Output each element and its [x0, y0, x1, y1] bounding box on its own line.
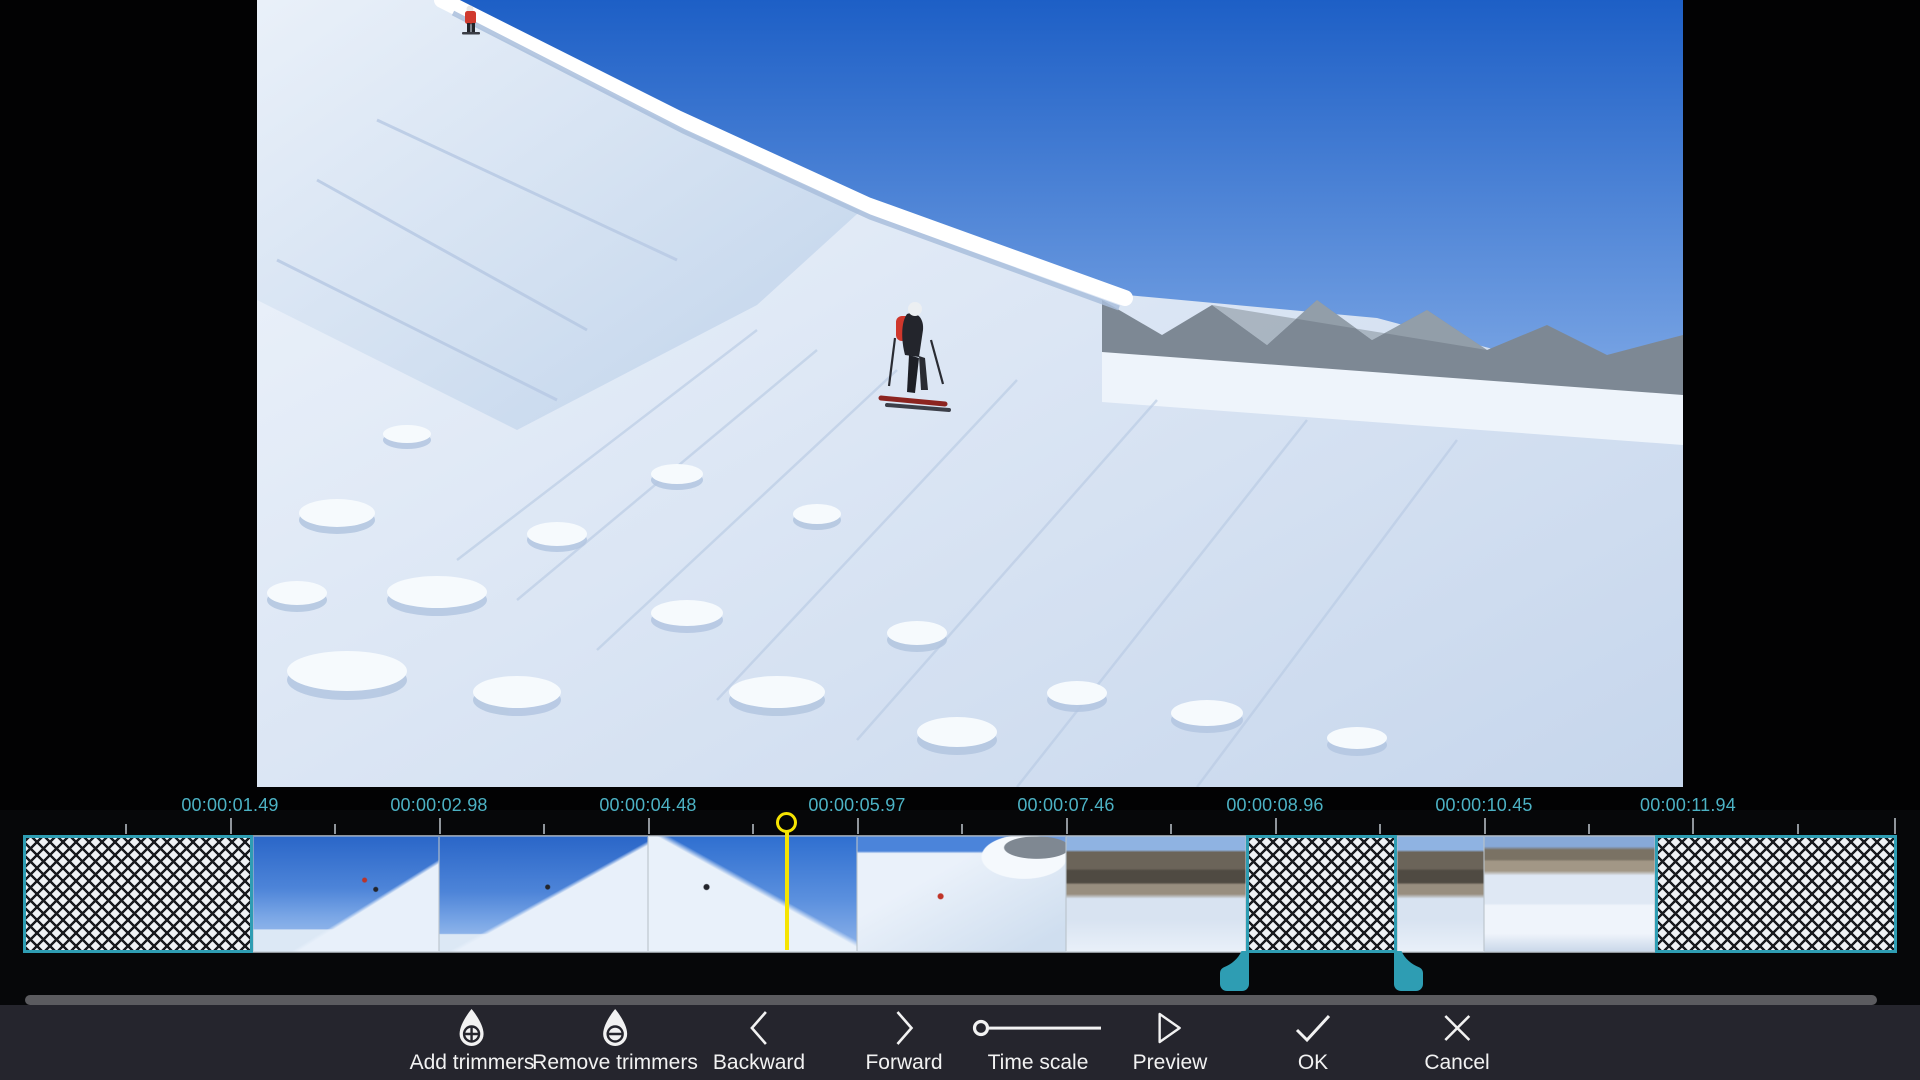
filmstrip-thumbnail[interactable]	[1484, 836, 1655, 952]
forward-button[interactable]: Forward	[865, 1005, 942, 1080]
toolbar-button-label: Cancel	[1424, 1052, 1489, 1073]
playhead[interactable]	[776, 812, 797, 833]
toolbar-button-label: Remove trimmers	[532, 1052, 698, 1073]
filmstrip-thumbnail[interactable]	[1397, 836, 1484, 952]
trimmed-region-middle[interactable]	[1246, 835, 1397, 953]
time-scale-slider-icon	[972, 1017, 1104, 1039]
add-trimmers-icon	[457, 1008, 487, 1048]
video-stage	[0, 0, 1920, 810]
trim-handle-right[interactable]	[1393, 951, 1423, 991]
ok-button[interactable]: OK	[1294, 1005, 1332, 1080]
toolbar-button-label: OK	[1298, 1052, 1328, 1073]
timeline-timestamp: 00:00:01.49	[181, 795, 278, 816]
ruler-tick	[1797, 824, 1799, 834]
timeline-timestamp: 00:00:08.96	[1226, 795, 1323, 816]
ruler-tick	[125, 824, 127, 834]
preview-button[interactable]: Preview	[1133, 1005, 1208, 1080]
filmstrip-thumbnail[interactable]	[439, 836, 648, 952]
timeline-timestamp: 00:00:05.97	[808, 795, 905, 816]
ruler-tick	[648, 818, 650, 834]
timeline-scrollbar[interactable]	[25, 995, 1877, 1005]
toolbar-button-label: Preview	[1133, 1052, 1208, 1073]
ruler-tick	[1275, 818, 1277, 834]
timeline-timestamp: 00:00:10.45	[1435, 795, 1532, 816]
ruler-tick	[752, 824, 754, 834]
ruler-tick	[439, 818, 441, 834]
timeline-timestamp: 00:00:07.46	[1017, 795, 1114, 816]
ruler-tick	[543, 824, 545, 834]
ruler-tick	[334, 824, 336, 834]
toolbar: Add trimmers Remove trimmers Backward Fo…	[0, 1005, 1920, 1080]
play-outline-icon	[1156, 1011, 1184, 1045]
remove-trimmers-button[interactable]: Remove trimmers	[532, 1005, 698, 1080]
backward-button[interactable]: Backward	[713, 1005, 805, 1080]
toolbar-button-label: Add trimmers	[410, 1052, 535, 1073]
trimmed-region-end[interactable]	[1655, 835, 1897, 953]
chevron-right-icon	[892, 1009, 916, 1047]
remove-trimmers-icon	[600, 1008, 630, 1048]
timeline-timestamp: 00:00:11.94	[1640, 795, 1736, 816]
trim-video-screen: 00:00:01.49 00:00:02.98 00:00:04.48 00:0…	[0, 0, 1920, 1080]
filmstrip[interactable]	[23, 835, 1897, 953]
close-icon	[1441, 1012, 1473, 1044]
check-icon	[1294, 1013, 1332, 1043]
ruler-tick	[1379, 824, 1381, 834]
add-trimmers-button[interactable]: Add trimmers	[410, 1005, 535, 1080]
filmstrip-thumbnail[interactable]	[857, 836, 1066, 952]
ruler-tick	[1692, 818, 1694, 834]
chevron-left-icon	[747, 1009, 771, 1047]
trimmed-region-start[interactable]	[23, 835, 253, 953]
playhead-line	[785, 830, 789, 950]
ruler-tick	[857, 818, 859, 834]
toolbar-button-label: Forward	[865, 1052, 942, 1073]
filmstrip-thumbnail[interactable]	[648, 836, 857, 952]
ruler-tick	[1588, 824, 1590, 834]
ruler-tick	[1894, 818, 1896, 834]
video-preview	[257, 0, 1683, 787]
toolbar-button-label: Backward	[713, 1052, 805, 1073]
toolbar-button-label: Time scale	[988, 1052, 1089, 1073]
timeline-timestamp: 00:00:02.98	[390, 795, 487, 816]
ruler-tick	[1066, 818, 1068, 834]
filmstrip-thumbnail[interactable]	[253, 836, 439, 952]
ruler-tick	[230, 818, 232, 834]
timeline-timestamp: 00:00:04.48	[599, 795, 696, 816]
ruler-tick	[961, 824, 963, 834]
trim-handle-left[interactable]	[1220, 951, 1250, 991]
ruler-tick	[1170, 824, 1172, 834]
cancel-button[interactable]: Cancel	[1424, 1005, 1489, 1080]
ruler-tick	[1484, 818, 1486, 834]
filmstrip-thumbnail[interactable]	[1066, 836, 1246, 952]
time-scale-slider[interactable]: Time scale	[972, 1005, 1104, 1080]
